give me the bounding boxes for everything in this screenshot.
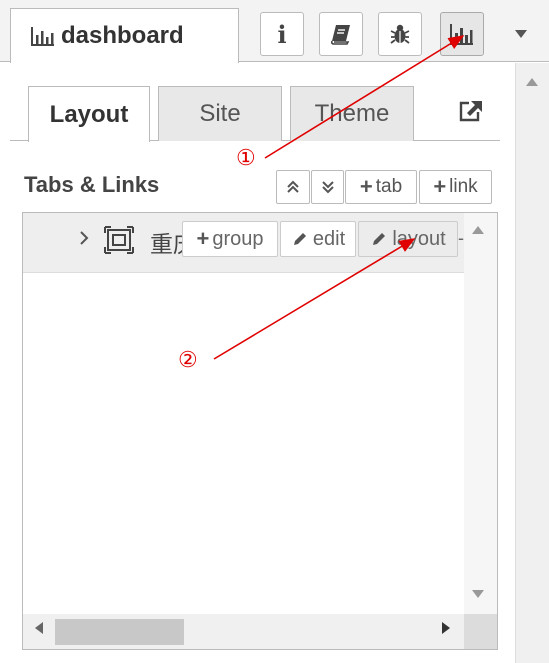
book-icon — [330, 25, 350, 45]
add-tab-button[interactable]: + tab — [345, 170, 417, 204]
add-group-label: group — [212, 227, 264, 250]
collapse-all-button[interactable] — [311, 170, 344, 204]
horizontal-scroll-thumb[interactable] — [55, 619, 184, 645]
debug-button[interactable] — [378, 12, 422, 56]
scroll-right-arrow-icon[interactable] — [442, 622, 450, 634]
annotation-marker-2: ② — [178, 348, 198, 373]
tab-site-label: Site — [199, 100, 241, 127]
sidebar-menu-button[interactable] — [503, 16, 539, 52]
section-title: Tabs & Links — [24, 172, 160, 197]
expand-all-button[interactable] — [276, 170, 310, 204]
scrollbar-corner — [464, 614, 497, 649]
external-link-icon — [459, 101, 482, 122]
tab-theme-label: Theme — [314, 100, 390, 127]
double-chevron-down-icon — [321, 181, 334, 194]
sidebar-scrollbar[interactable] — [515, 63, 549, 663]
tab-layout-label: Layout — [49, 100, 129, 128]
layout-editor-button[interactable]: layout — [358, 221, 458, 257]
chevron-right-icon[interactable] — [78, 228, 92, 252]
plus-icon: + — [196, 226, 210, 251]
sidebar-scroll-up[interactable] — [515, 70, 549, 94]
add-link-button[interactable]: + link — [419, 170, 492, 204]
tab-theme[interactable]: Theme — [290, 86, 414, 141]
add-link-label: link — [449, 176, 478, 197]
edit-tab-button[interactable]: edit — [280, 221, 356, 257]
tree-vertical-scrollbar[interactable] — [464, 213, 497, 614]
tab-site[interactable]: Site — [158, 86, 282, 141]
info-button[interactable]: i — [260, 12, 304, 56]
pencil-icon — [373, 233, 386, 245]
plus-icon: + — [359, 174, 373, 199]
open-dashboard-button[interactable] — [455, 96, 487, 126]
double-chevron-up-icon — [287, 180, 299, 193]
tree-row-label: 重庆 — [150, 231, 184, 255]
annotation-marker-1: ① — [236, 146, 256, 171]
layout-editor-label: layout — [392, 227, 446, 250]
dashboard-chart-icon — [450, 24, 473, 45]
tabs-tree-panel — [22, 212, 498, 650]
scroll-up-arrow-icon[interactable] — [472, 226, 484, 234]
scroll-up-arrow-icon — [526, 78, 538, 86]
sidebar-tab-label: dashboard — [61, 22, 184, 49]
bar-chart-icon — [31, 27, 54, 46]
tab-icon — [104, 226, 136, 254]
info-icon: i — [277, 19, 287, 49]
dashboard-button[interactable] — [440, 12, 484, 56]
tab-layout[interactable]: Layout — [28, 86, 150, 142]
sidebar-tab-dashboard[interactable]: dashboard — [10, 8, 239, 63]
scroll-down-arrow-icon[interactable] — [472, 590, 484, 598]
help-button[interactable] — [319, 12, 363, 56]
add-group-button[interactable]: + group — [182, 221, 278, 257]
bug-icon — [390, 24, 410, 44]
scroll-left-arrow-icon[interactable] — [35, 622, 43, 634]
caret-down-icon — [515, 30, 527, 38]
add-tab-label: tab — [375, 176, 403, 197]
pencil-icon — [293, 233, 306, 245]
plus-icon: + — [433, 174, 447, 199]
edit-tab-label: edit — [312, 227, 346, 250]
